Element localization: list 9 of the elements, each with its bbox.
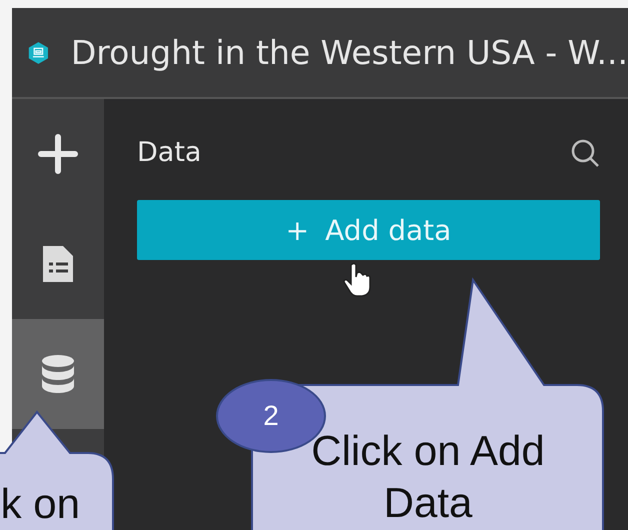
hand-cursor-icon — [343, 262, 371, 298]
database-icon — [40, 353, 76, 395]
plus-icon — [38, 134, 78, 174]
document-icon — [41, 244, 75, 284]
callout-text: k on — [0, 479, 80, 529]
search-icon[interactable] — [570, 138, 600, 168]
add-data-button[interactable]: + Add data — [137, 200, 600, 260]
window-title: Drought in the Western USA - W... — [70, 33, 628, 72]
panel-title: Data — [137, 137, 202, 168]
